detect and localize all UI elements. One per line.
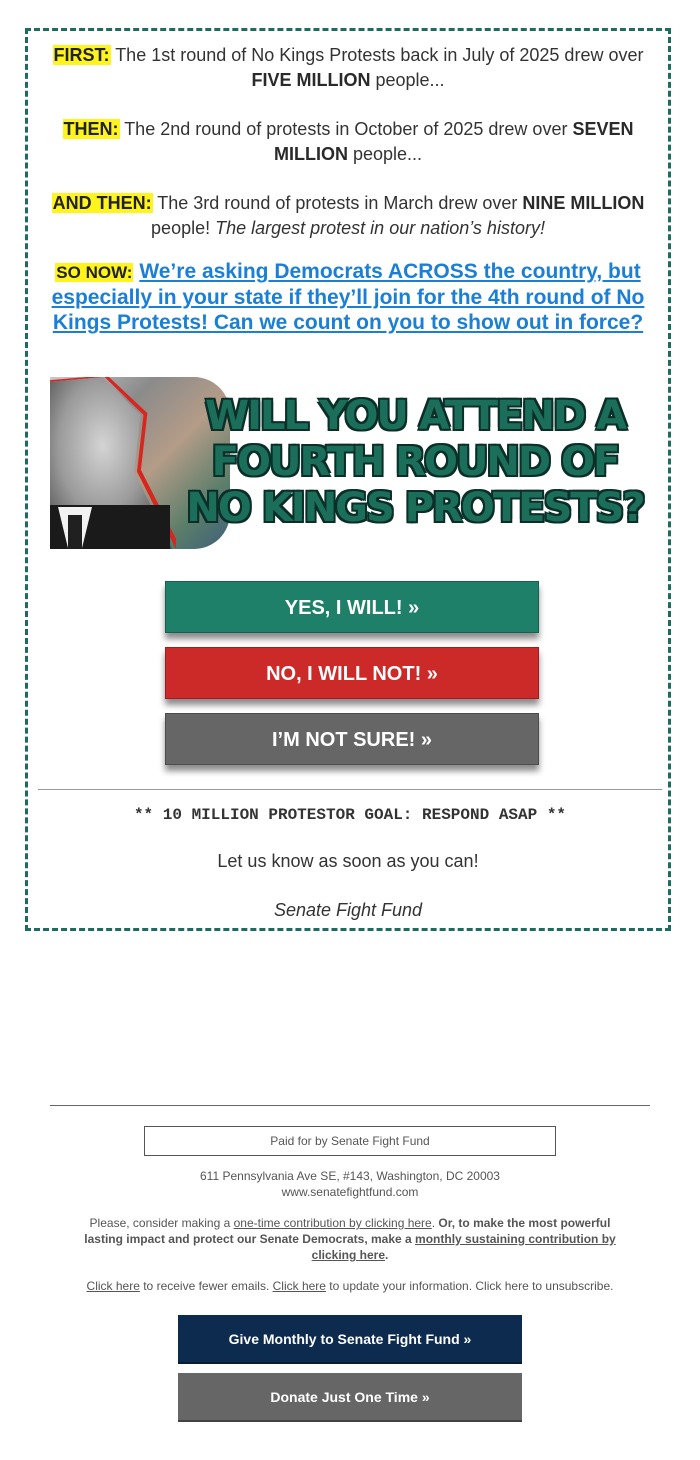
banner-image[interactable]: WILL YOU ATTEND A FOURTH ROUND OF NO KIN… (50, 377, 650, 551)
yes-button[interactable]: YES, I WILL! » (165, 581, 539, 633)
cta-paragraph: SO NOW: We’re asking Democrats ACROSS th… (34, 259, 662, 335)
preferences-text: to update your information. Click here t… (325, 1279, 614, 1293)
paragraph-text: people... (347, 144, 423, 164)
donate-once-button[interactable]: Donate Just One Time » (178, 1373, 522, 1422)
highlight-label: FIRST: (52, 45, 111, 65)
update-info-link[interactable]: Click here (273, 1279, 326, 1293)
paragraph-text: people! (151, 218, 216, 238)
footer-divider (50, 1105, 650, 1106)
note-text: . (385, 1248, 389, 1262)
paragraph-text: people... (370, 70, 445, 90)
paragraph-text: The 1st round of No Kings Protests back … (110, 45, 644, 65)
paid-for-disclaimer: Paid for by Senate Fight Fund (144, 1126, 556, 1156)
paragraph-third-round: AND THEN: The 3rd round of protests in M… (38, 191, 658, 241)
one-time-contribution-link[interactable]: one-time contribution by clicking here (234, 1216, 432, 1230)
give-monthly-button[interactable]: Give Monthly to Senate Fight Fund » (178, 1315, 522, 1364)
cta-link[interactable]: We’re asking Democrats ACROSS the countr… (52, 260, 645, 334)
email-body-box: FIRST: The 1st round of No Kings Protest… (25, 28, 671, 931)
footer-address: 611 Pennsylvania Ave SE, #143, Washingto… (200, 1169, 500, 1183)
highlight-label: AND THEN: (51, 193, 153, 213)
paragraph-second-round: THEN: The 2nd round of protests in Octob… (38, 117, 658, 167)
divider (38, 789, 662, 790)
preferences-text: to receive fewer emails. (139, 1279, 273, 1293)
fewer-emails-link[interactable]: Click here (87, 1279, 140, 1293)
footer-website: www.senatefightfund.com (281, 1185, 419, 1199)
bold-figure: NINE MILLION (522, 193, 645, 213)
paragraph-text: The 3rd round of protests in March drew … (152, 193, 523, 213)
closing-text: Let us know as soon as you can! (217, 851, 479, 871)
highlight-label: THEN: (62, 119, 120, 139)
signature: Senate Fight Fund (273, 900, 423, 920)
italic-text: The largest protest in our nation’s hist… (215, 218, 545, 238)
goal-text: ** 10 MILLION PROTESTOR GOAL: RESPOND AS… (133, 806, 567, 824)
not-sure-button[interactable]: I’M NOT SURE! » (165, 713, 539, 765)
portrait-tie (68, 515, 82, 549)
contribution-note: Please, consider making a one-time contr… (70, 1215, 630, 1263)
banner-headline: WILL YOU ATTEND A FOURTH ROUND OF NO KIN… (186, 393, 645, 531)
no-button[interactable]: NO, I WILL NOT! » (165, 647, 539, 699)
paragraph-text: The 2nd round of protests in October of … (119, 119, 573, 139)
note-text: Please, consider making a (89, 1216, 234, 1230)
email-preferences: Click here to receive fewer emails. Clic… (60, 1278, 640, 1294)
highlight-label: SO NOW: (55, 263, 134, 282)
bold-figure: FIVE MILLION (251, 70, 371, 90)
paragraph-first-round: FIRST: The 1st round of No Kings Protest… (38, 43, 658, 93)
